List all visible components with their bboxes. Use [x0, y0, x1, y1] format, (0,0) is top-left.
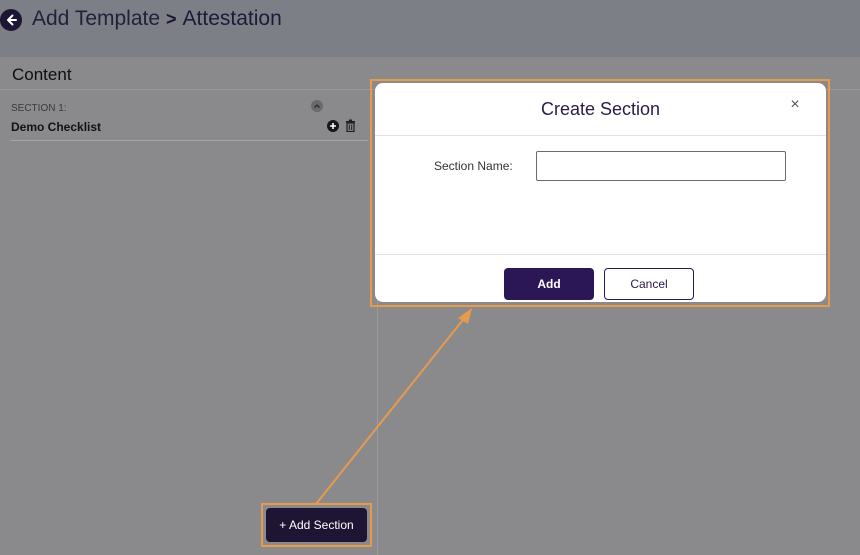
dialog-footer — [375, 254, 826, 302]
plus-circle-icon — [330, 123, 336, 129]
section-name-label: Section Name: — [434, 159, 513, 173]
add-button[interactable]: Add — [504, 268, 594, 300]
breadcrumb-separator: > — [166, 8, 177, 29]
create-section-dialog: Create Section × Section Name: Add Cance… — [375, 83, 826, 302]
add-item-button[interactable] — [327, 120, 339, 132]
sections-pane — [0, 90, 378, 555]
arrow-left-circle-icon — [7, 14, 17, 26]
section-item[interactable]: SECTION 1: Demo Checklist — [10, 100, 368, 141]
section-name-input[interactable] — [536, 151, 786, 181]
section-number-label: SECTION 1: — [11, 103, 67, 114]
chevron-up-icon — [314, 104, 320, 108]
breadcrumb-current: Attestation — [182, 7, 282, 30]
breadcrumb: Add Template > Attestation — [32, 7, 282, 31]
collapse-section-button[interactable] — [311, 100, 323, 112]
add-section-highlight — [261, 503, 372, 547]
trash-icon[interactable] — [345, 119, 356, 132]
dialog-title: Create Section — [540, 99, 661, 119]
back-button[interactable] — [0, 9, 22, 31]
breadcrumb-parent[interactable]: Add Template — [32, 7, 160, 31]
cancel-button[interactable]: Cancel — [604, 268, 694, 300]
section-name: Demo Checklist — [11, 120, 102, 134]
content-title: Content — [12, 65, 72, 84]
close-icon[interactable]: × — [786, 96, 804, 114]
